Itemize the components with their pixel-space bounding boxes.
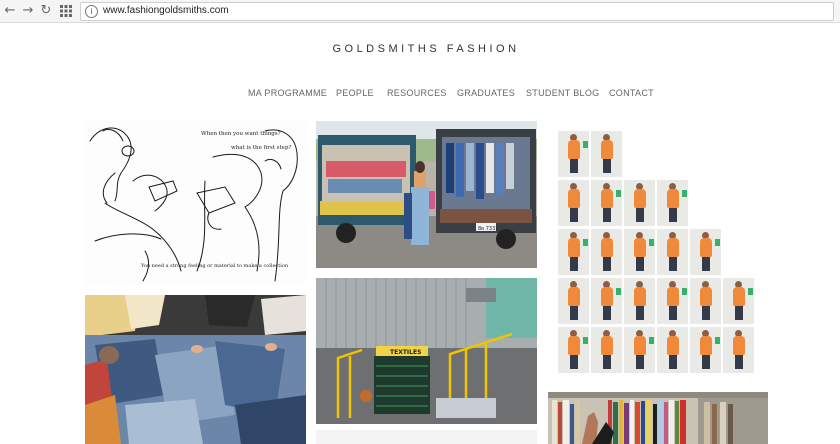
- mosaic-figure-thumb: [690, 327, 721, 373]
- mosaic-figure-thumb: [690, 229, 721, 275]
- back-arrow-icon[interactable]: ←: [2, 3, 18, 19]
- nav-item-student-blog[interactable]: STUDENT BLOG: [526, 88, 599, 98]
- stairs-photo: TEXTILES: [316, 278, 537, 424]
- gallery-image-textiles-stairs[interactable]: TEXTILES: [316, 278, 537, 424]
- site-title[interactable]: GOLDSMITHS FASHION: [0, 43, 840, 55]
- main-nav: MA PROGRAMME PEOPLE RESOURCES GRADUATES …: [0, 88, 840, 102]
- truck-plate: 8ผ 7331: [478, 226, 498, 232]
- sketch-note-3: You need a strong feeling or material to…: [140, 263, 289, 269]
- mosaic-figure-thumb: [558, 327, 589, 373]
- gallery-image-sketch[interactable]: When then you want things? what is the f…: [85, 121, 306, 285]
- mosaic-figure-thumb: [624, 327, 655, 373]
- nav-item-contact[interactable]: CONTACT: [609, 88, 654, 98]
- mosaic-figure-thumb: [657, 278, 688, 324]
- reload-icon[interactable]: ↻: [38, 3, 54, 19]
- mosaic-figure-thumb: [558, 180, 589, 226]
- mosaic-figure-thumb: [591, 131, 622, 177]
- forward-arrow-icon[interactable]: →: [20, 3, 36, 19]
- mosaic-figure-thumb: [657, 180, 688, 226]
- sketch-note-1: When then you want things?: [201, 131, 281, 137]
- denim-photo: [85, 295, 306, 444]
- sketch-drawing: When then you want things? what is the f…: [89, 127, 298, 282]
- mosaic-figure-thumb: [558, 131, 589, 177]
- page-info-icon[interactable]: i: [85, 5, 98, 18]
- nav-item-graduates[interactable]: GRADUATES: [457, 88, 515, 98]
- gallery-image-denim-workshop[interactable]: [85, 295, 306, 444]
- mosaic-figure-thumb: [657, 229, 688, 275]
- address-url[interactable]: www.fashiongoldsmiths.com: [103, 5, 229, 16]
- nav-item-ma-programme[interactable]: MA PROGRAMME: [248, 88, 327, 98]
- truck-photo: 8ผ 7331: [316, 121, 537, 268]
- mosaic-figure-thumb: [591, 327, 622, 373]
- apps-grid-icon[interactable]: [58, 3, 74, 19]
- mosaic-figure-thumb: [624, 278, 655, 324]
- mosaic-figure-thumb: [591, 229, 622, 275]
- mosaic-figure-thumb: [591, 180, 622, 226]
- mosaic-figure-thumb: [591, 278, 622, 324]
- mosaic-figure-thumb: [624, 229, 655, 275]
- mosaic-figure-thumb: [657, 327, 688, 373]
- bookshelf-photo: [548, 392, 768, 444]
- mosaic-figure-thumb: [558, 229, 589, 275]
- textiles-sign: TEXTILES: [390, 349, 421, 356]
- mosaic-figure-thumb: [723, 278, 754, 324]
- gallery-image-bookshelf[interactable]: [548, 392, 768, 444]
- gallery-image-partial[interactable]: [316, 430, 537, 444]
- gallery-image-clothing-truck[interactable]: 8ผ 7331: [316, 121, 537, 268]
- browser-toolbar: ← → ↻ i www.fashiongoldsmiths.com: [0, 0, 840, 23]
- nav-item-resources[interactable]: RESOURCES: [387, 88, 447, 98]
- mosaic-figure-thumb: [624, 180, 655, 226]
- address-bar[interactable]: i www.fashiongoldsmiths.com: [80, 2, 834, 21]
- mosaic-figure-thumb: [558, 278, 589, 324]
- mosaic-figure-thumb: [690, 278, 721, 324]
- mosaic-figure-thumb: [723, 327, 754, 373]
- nav-item-people[interactable]: PEOPLE: [336, 88, 374, 98]
- sketch-note-2: what is the first step?: [231, 145, 291, 151]
- gallery-image-figure-mosaic[interactable]: [548, 121, 768, 375]
